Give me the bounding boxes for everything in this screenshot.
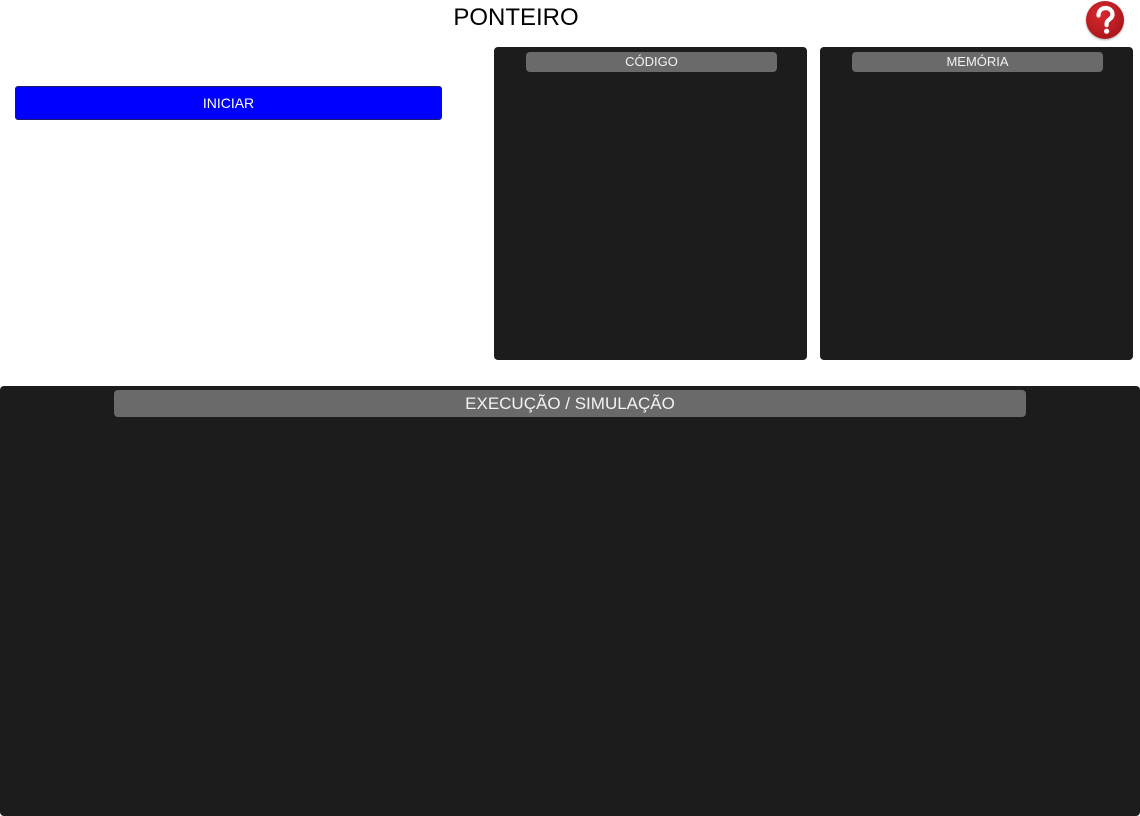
- execution-panel-header: EXECUÇÃO / SIMULAÇÃO: [114, 390, 1026, 417]
- question-mark-icon: [1096, 5, 1115, 34]
- memory-panel: MEMÓRIA: [820, 47, 1133, 360]
- code-panel: CÓDIGO: [494, 47, 807, 360]
- memory-panel-header: MEMÓRIA: [852, 52, 1103, 72]
- page-title: PONTEIRO: [453, 4, 579, 31]
- execution-panel: EXECUÇÃO / SIMULAÇÃO: [0, 386, 1140, 816]
- help-button[interactable]: [1086, 1, 1124, 39]
- start-button[interactable]: INICIAR: [15, 86, 442, 120]
- code-panel-header: CÓDIGO: [526, 52, 777, 72]
